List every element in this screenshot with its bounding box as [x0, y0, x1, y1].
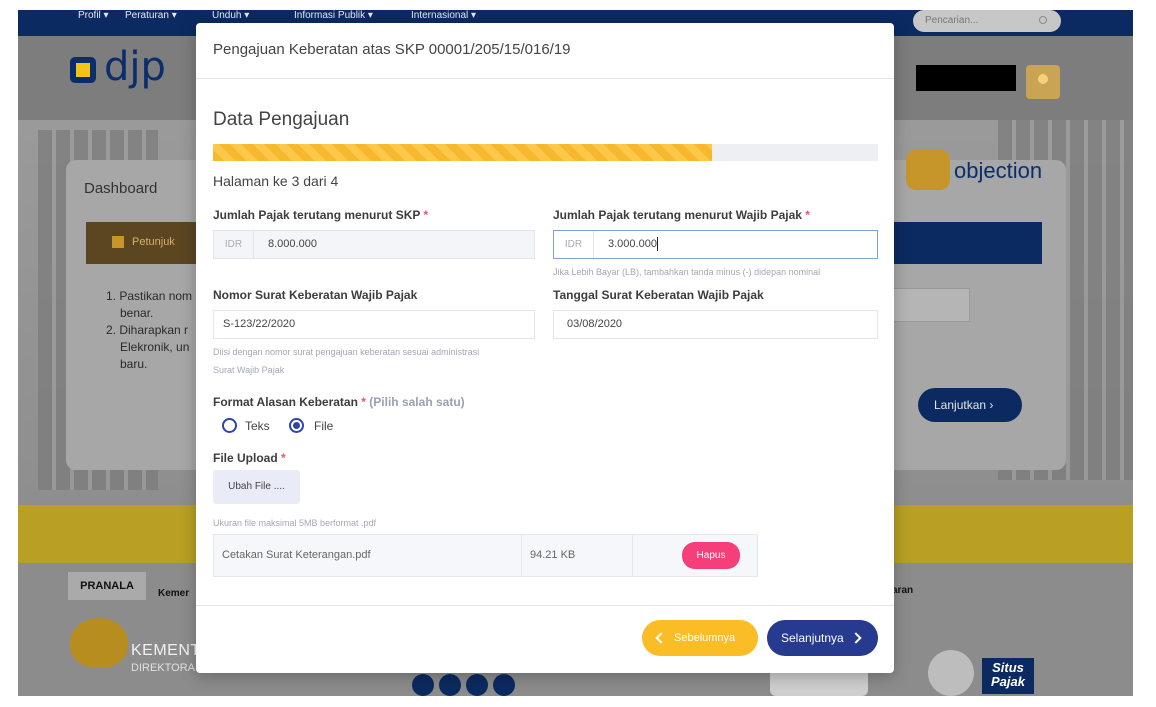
file-upload-label-text: File Upload — [213, 451, 278, 465]
radio-file[interactable] — [289, 418, 304, 433]
column-divider — [521, 535, 522, 576]
instruction-line: 1. Pastikan nom — [106, 289, 193, 303]
search-input[interactable]: Pencarian... — [913, 10, 1061, 32]
lanjutkan-label: Lanjutkan — [934, 398, 987, 412]
search-icon[interactable] — [1039, 16, 1047, 24]
directorate-name: DIREKTORA — [131, 662, 195, 674]
pajak-skp-label: Jumlah Pajak terutang menurut SKP * — [213, 208, 428, 222]
radio-file-label[interactable]: File — [314, 419, 333, 433]
youtube-icon[interactable] — [466, 674, 488, 696]
nav-item-unduh[interactable]: Unduh ▾ — [212, 10, 249, 22]
search-placeholder: Pencarian... — [925, 15, 979, 26]
currency-addon: IDR — [214, 231, 254, 258]
dashboard-title: Dashboard — [84, 180, 158, 197]
instruction-line: baru. — [120, 357, 148, 371]
nomor-surat-hint: Surat Wajib Pajak — [213, 365, 285, 375]
page-indicator: Halaman ke 3 dari 4 — [213, 173, 339, 189]
modal-title: Pengajuan Keberatan atas SKP 00001/205/1… — [213, 41, 571, 58]
petunjuk-label: Petunjuk — [132, 236, 175, 248]
instruction-line: 2. Diharapkan r — [106, 323, 189, 337]
pranala-link[interactable]: aran — [892, 585, 913, 596]
kemenkeu-logo-icon — [70, 618, 128, 668]
nomor-surat-label: Nomor Surat Keberatan Wajib Pajak — [213, 288, 418, 302]
pajak-wp-label: Jumlah Pajak terutang menurut Wajib Paja… — [553, 208, 810, 222]
pajak-skp-value: 8.000.000 — [268, 238, 317, 250]
pajak-skp-label-text: Jumlah Pajak terutang menurut SKP — [213, 208, 421, 222]
eobjection-logo-text: objection — [954, 158, 1043, 183]
panel-header — [892, 222, 1042, 264]
currency-addon: IDR — [554, 231, 594, 258]
instructions-list: 1. Pastikan nom benar. 2. Diharapkan r E… — [106, 288, 192, 373]
next-button-label: Selanjutnya — [781, 631, 844, 645]
required-marker: * — [423, 208, 429, 222]
radio-teks[interactable] — [222, 418, 237, 433]
nav-item-peraturan[interactable]: Peraturan ▾ — [125, 10, 177, 22]
facebook-icon[interactable] — [412, 674, 434, 696]
situs-pajak-label: Situs Pajak — [982, 658, 1034, 694]
nomor-surat-input[interactable]: S-123/22/2020 — [213, 310, 535, 339]
radio-teks-label[interactable]: Teks — [245, 419, 270, 433]
previous-button[interactable]: Sebelumnya — [642, 620, 758, 656]
nav-item-profil[interactable]: Profil ▾ — [78, 10, 109, 22]
book-icon — [112, 236, 124, 248]
chevron-left-icon — [655, 632, 667, 644]
pajak-skp-input: IDR 8.000.000 — [213, 230, 535, 259]
keberatan-modal: Pengajuan Keberatan atas SKP 00001/205/1… — [196, 23, 894, 673]
redacted-username — [916, 65, 1016, 91]
format-alasan-label: Format Alasan Keberatan * (Pilih salah s… — [213, 395, 465, 409]
ministry-name: KEMENT — [131, 642, 201, 659]
required-marker: * — [281, 451, 286, 465]
panel-input[interactable] — [892, 288, 970, 322]
format-alasan-note: (Pilih salah satu) — [369, 395, 465, 409]
format-alasan-label-text: Format Alasan Keberatan — [213, 395, 358, 409]
pranala-tab[interactable]: PRANALA — [68, 572, 146, 600]
progress-bar-fill — [213, 144, 712, 161]
lanjutkan-button[interactable]: Lanjutkan › — [918, 388, 1022, 422]
situs-pajak-logo[interactable]: Situs Pajak — [928, 650, 1038, 696]
column-divider — [632, 535, 633, 576]
djp-logo-icon — [70, 57, 96, 83]
pajak-wp-input[interactable]: IDR 3.000.000 — [553, 230, 878, 259]
file-name: Cetakan Surat Keterangan.pdf — [222, 549, 371, 561]
instruction-line: Elekronik, un — [120, 340, 190, 354]
tanggal-surat-label: Tanggal Surat Keberatan Wajib Pajak — [553, 288, 764, 302]
globe-icon — [928, 650, 974, 696]
previous-button-label: Sebelumnya — [674, 632, 736, 644]
required-marker: * — [361, 395, 366, 409]
twitter-icon[interactable] — [439, 674, 461, 696]
eobjection-e-icon — [906, 150, 950, 190]
file-upload-hint: Ukuran file maksimal 5MB berformat .pdf — [213, 518, 377, 528]
nomor-surat-value: S-123/22/2020 — [223, 318, 296, 330]
change-file-button[interactable]: Ubah File .... — [213, 470, 300, 504]
section-title: Data Pengajuan — [213, 109, 350, 130]
file-size: 94.21 KB — [530, 549, 576, 561]
nav-item-internasional[interactable]: Internasional ▾ — [411, 10, 476, 22]
instruction-line: benar. — [120, 306, 154, 320]
pranala-link[interactable]: Kemer — [158, 588, 189, 599]
chevron-right-icon — [850, 632, 862, 644]
uploaded-file-row: Cetakan Surat Keterangan.pdf 94.21 KB Ha… — [213, 534, 758, 577]
required-marker: * — [805, 208, 810, 222]
nav-item-informasi-publik[interactable]: Informasi Publik ▾ — [294, 10, 373, 22]
eobjection-logo: objection — [906, 150, 1046, 194]
nomor-surat-hint: Diisi dengan nomor surat pengajuan keber… — [213, 347, 480, 357]
file-upload-label: File Upload * — [213, 451, 286, 465]
pajak-wp-value: 3.000.000 — [608, 238, 657, 250]
modal-header: Pengajuan Keberatan atas SKP 00001/205/1… — [196, 23, 894, 79]
instagram-icon[interactable] — [493, 674, 515, 696]
screen: Profil ▾ Peraturan ▾ Unduh ▾ Informasi P… — [18, 10, 1133, 696]
site-logo[interactable]: djp — [104, 44, 166, 90]
user-avatar-icon[interactable] — [1026, 65, 1060, 99]
pajak-wp-label-text: Jumlah Pajak terutang menurut Wajib Paja… — [553, 208, 802, 222]
delete-file-button[interactable]: Hapus — [682, 542, 740, 569]
modal-footer-divider — [196, 605, 894, 606]
tanggal-surat-input[interactable]: 03/08/2020 — [553, 310, 878, 339]
text-caret — [657, 237, 658, 251]
progress-bar — [213, 144, 878, 161]
pajak-wp-hint: Jika Lebih Bayar (LB), tambahkan tanda m… — [553, 267, 821, 277]
next-button[interactable]: Selanjutnya — [767, 620, 878, 656]
tanggal-surat-value: 03/08/2020 — [567, 318, 623, 330]
